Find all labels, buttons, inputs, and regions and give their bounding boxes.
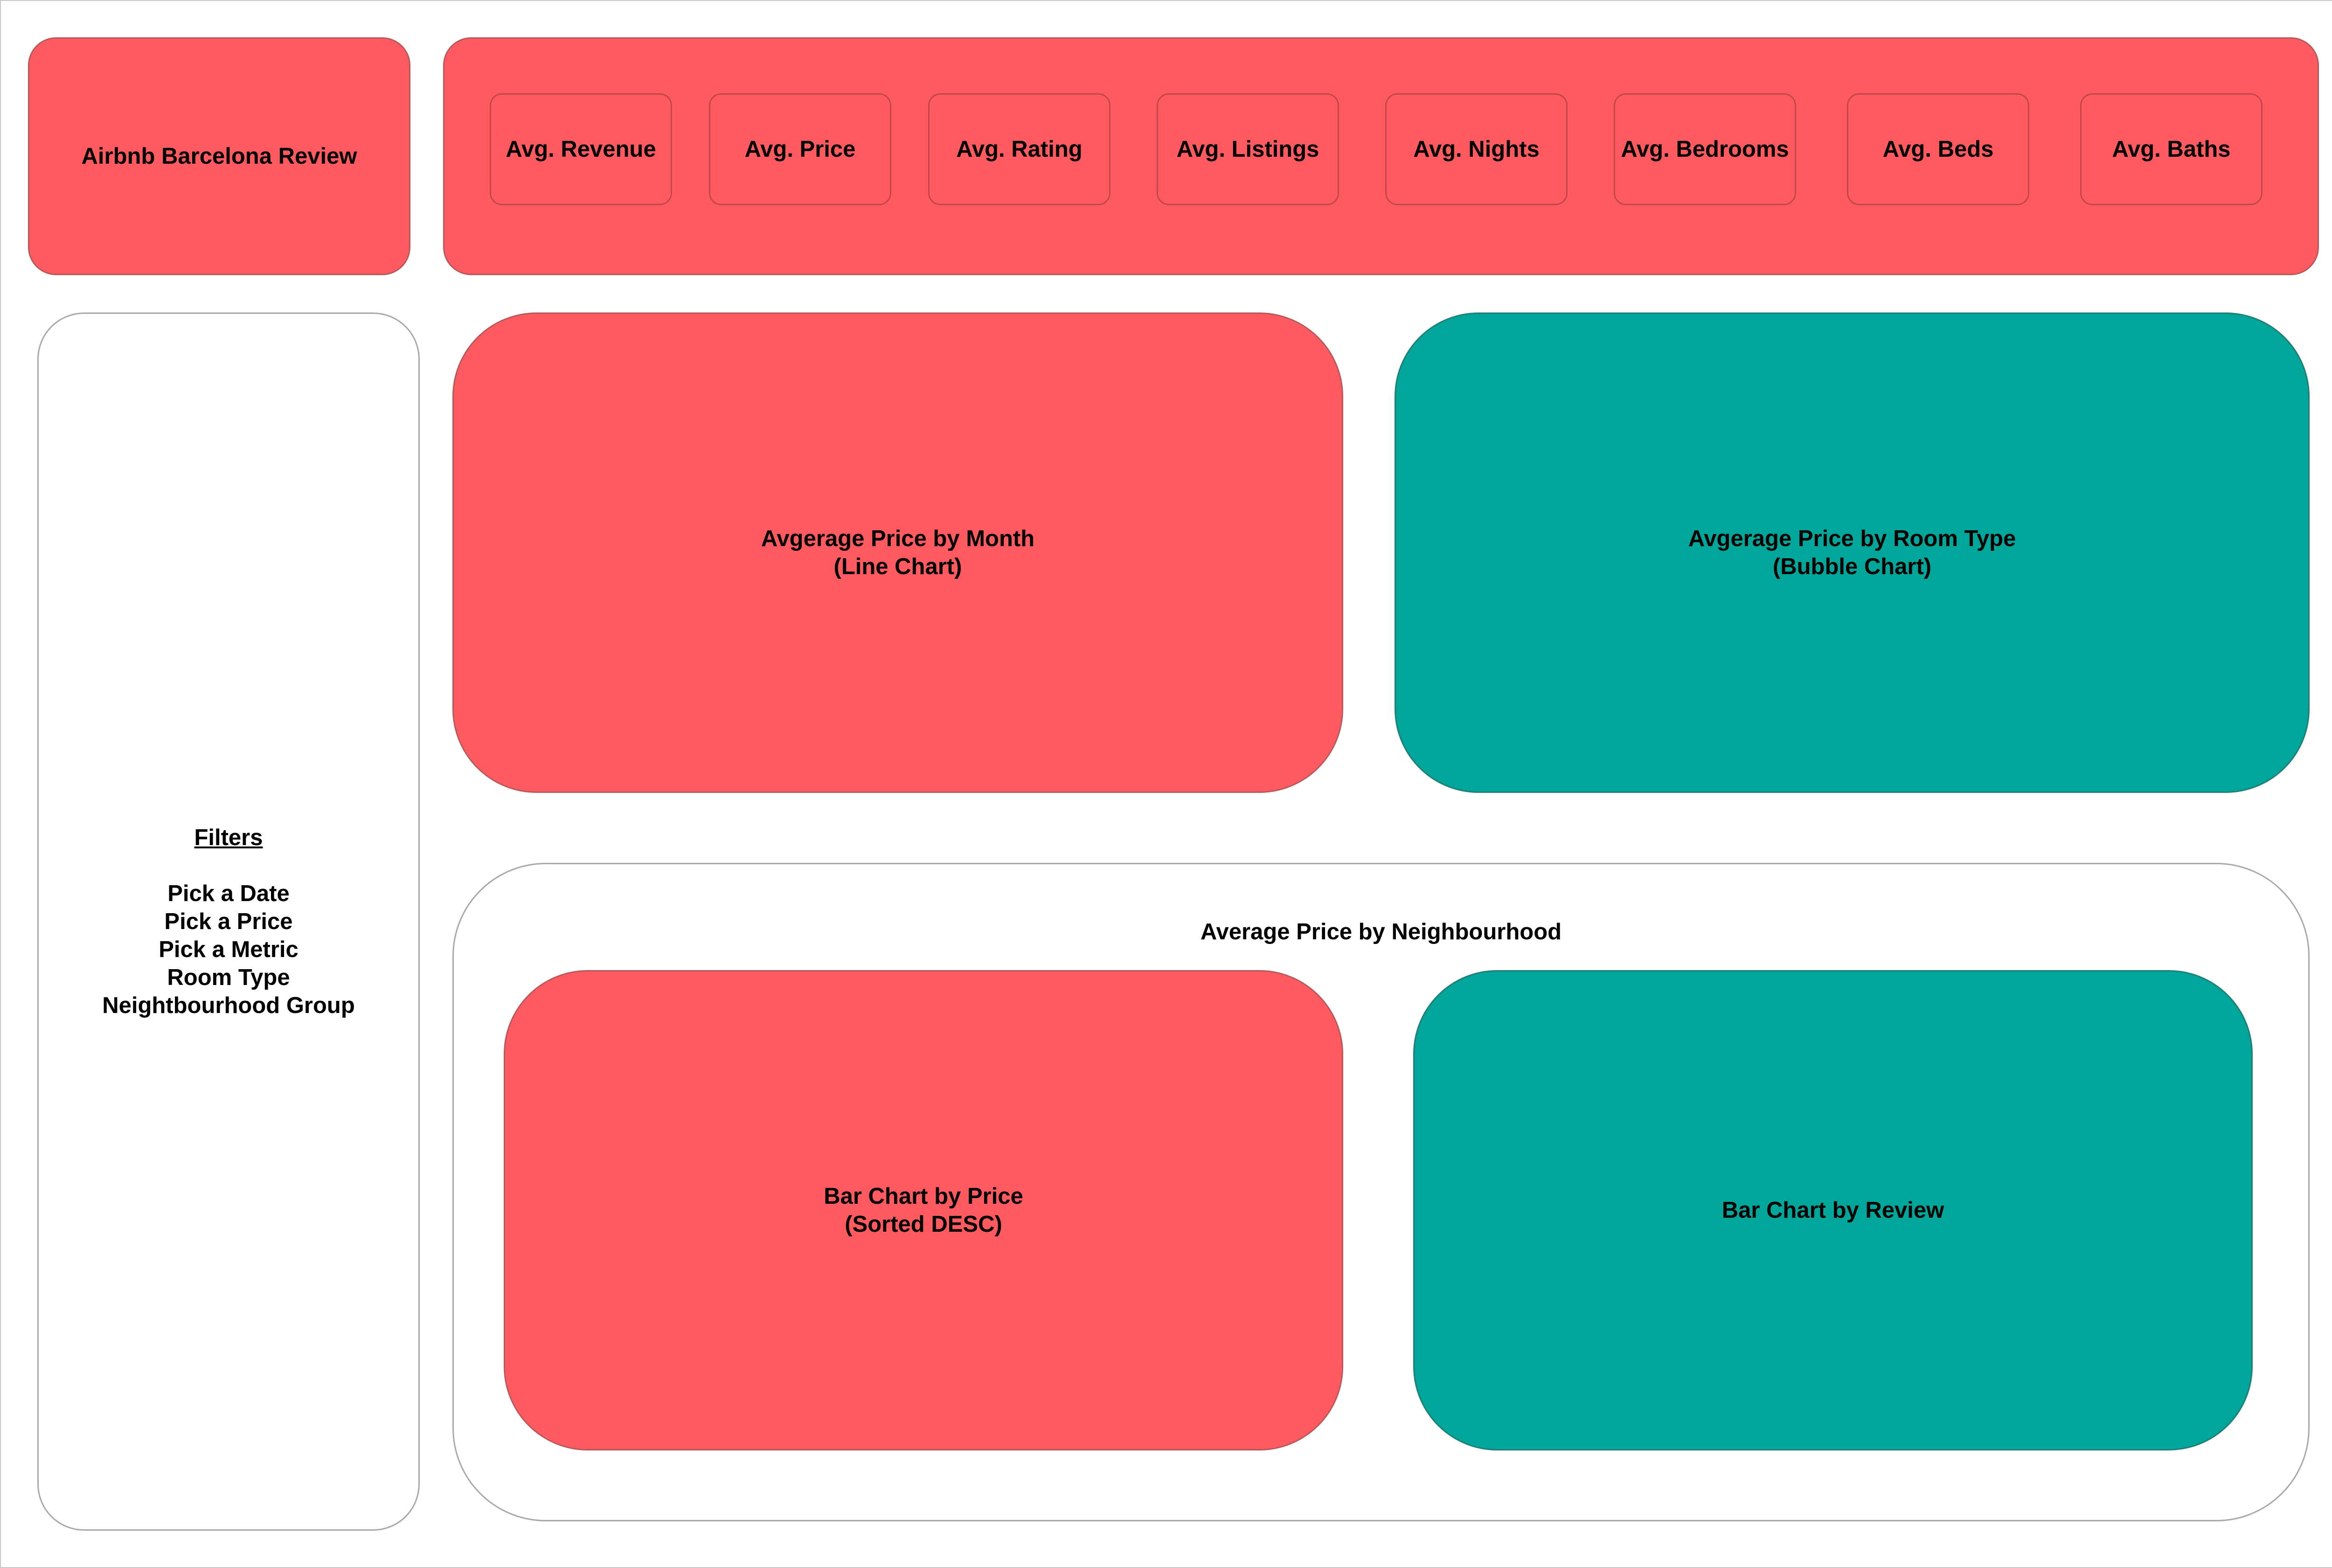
filter-neighbourhood-group[interactable]: Neightbourhood Group — [102, 992, 355, 1020]
filter-pick-price[interactable]: Pick a Price — [164, 908, 292, 936]
dashboard-title: Airbnb Barcelona Review — [81, 144, 357, 169]
filters-panel: Filters Pick a Date Pick a Price Pick a … — [37, 312, 420, 1531]
chart-title: Bar Chart by Price — [824, 1184, 1023, 1209]
kpi-avg-rating[interactable]: Avg. Rating — [928, 93, 1110, 205]
chart-subtitle: (Bubble Chart) — [1772, 554, 1932, 579]
chart-subtitle: (Line Chart) — [833, 554, 962, 579]
kpi-avg-bedrooms[interactable]: Avg. Bedrooms — [1614, 93, 1796, 205]
kpi-label: Avg. Listings — [1176, 137, 1319, 162]
kpi-label: Avg. Baths — [2112, 137, 2231, 162]
filter-pick-metric[interactable]: Pick a Metric — [159, 936, 298, 964]
chart-title: Avgerage Price by Room Type — [1688, 526, 2016, 551]
kpi-label: Avg. Beds — [1882, 137, 1994, 162]
chart-price-by-room-type: Avgerage Price by Room Type (Bubble Char… — [1395, 312, 2310, 793]
kpi-avg-listings[interactable]: Avg. Listings — [1157, 93, 1339, 205]
chart-bar-by-price: Bar Chart by Price (Sorted DESC) — [504, 970, 1343, 1450]
kpi-avg-nights[interactable]: Avg. Nights — [1385, 93, 1568, 205]
dashboard-title-box: Airbnb Barcelona Review — [28, 37, 410, 275]
kpi-label: Avg. Bedrooms — [1621, 137, 1789, 162]
kpi-label: Avg. Revenue — [506, 137, 656, 162]
kpi-avg-price[interactable]: Avg. Price — [709, 93, 891, 205]
filters-title: Filters — [194, 825, 263, 850]
kpi-label: Avg. Rating — [956, 137, 1083, 162]
filter-room-type[interactable]: Room Type — [167, 964, 290, 992]
kpi-avg-baths[interactable]: Avg. Baths — [2080, 93, 2263, 205]
neighbourhood-title: Average Price by Neighbourhood — [1200, 919, 1562, 944]
chart-subtitle: (Sorted DESC) — [845, 1212, 1002, 1237]
filter-pick-date[interactable]: Pick a Date — [167, 880, 290, 908]
kpi-avg-beds[interactable]: Avg. Beds — [1847, 93, 2029, 205]
kpi-label: Avg. Price — [744, 137, 856, 162]
kpi-label: Avg. Nights — [1413, 137, 1540, 162]
chart-title: Bar Chart by Review — [1721, 1198, 1944, 1223]
kpi-avg-revenue[interactable]: Avg. Revenue — [490, 93, 672, 205]
chart-price-by-month: Avgerage Price by Month (Line Chart) — [452, 312, 1343, 793]
chart-title: Avgerage Price by Month — [761, 526, 1035, 551]
chart-bar-by-review: Bar Chart by Review — [1413, 970, 2253, 1450]
